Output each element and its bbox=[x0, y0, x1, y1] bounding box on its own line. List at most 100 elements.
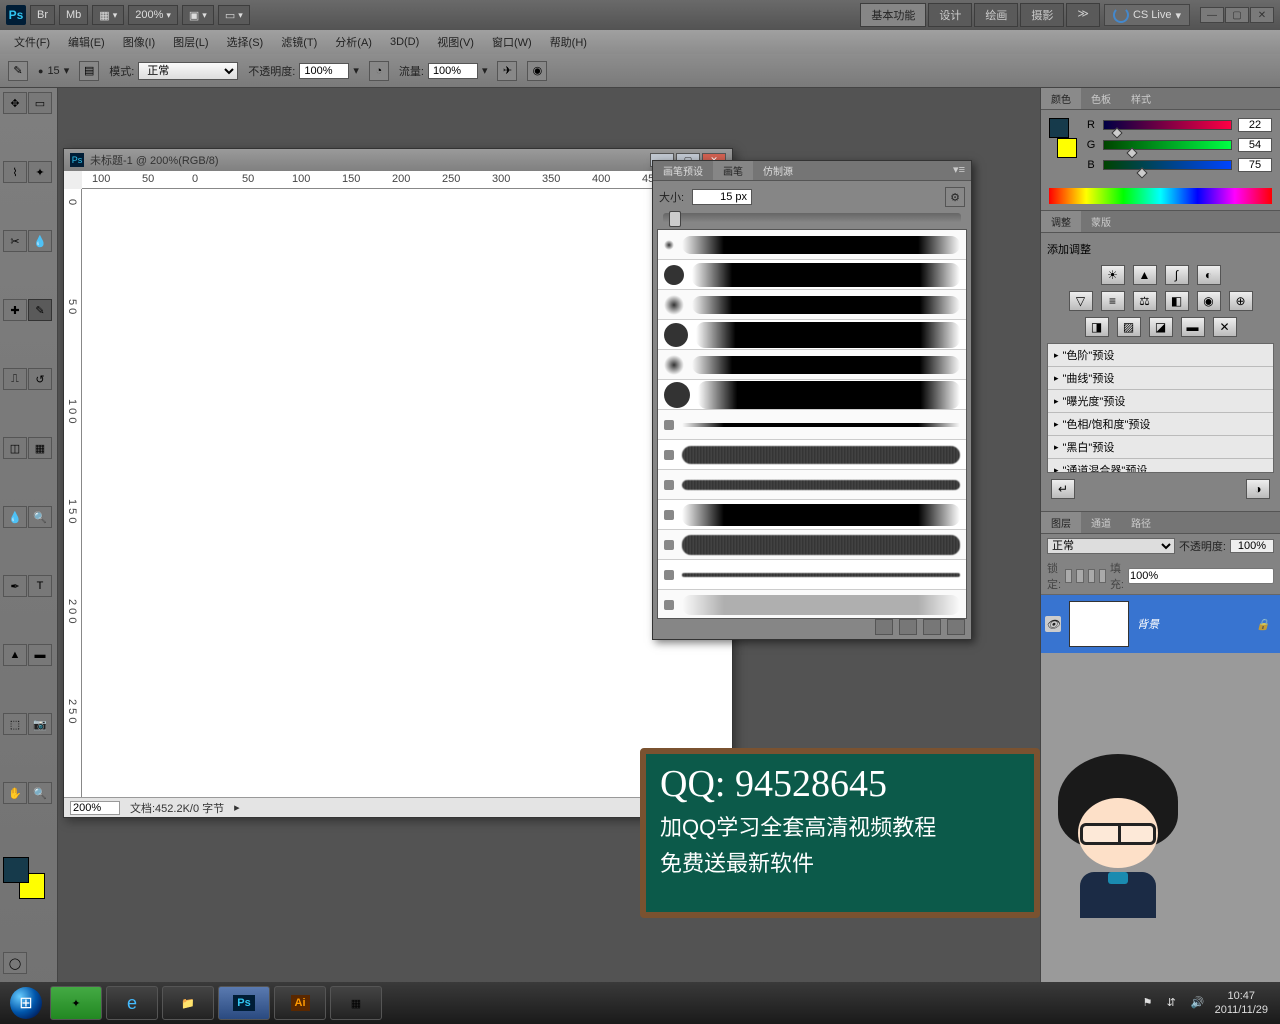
minimize-button[interactable]: — bbox=[1200, 7, 1224, 23]
horizontal-ruler[interactable]: 10050050100150200250300350400450 bbox=[82, 171, 732, 189]
adjustment-presets-list[interactable]: "色阶"预设 "曲线"预设 "曝光度"预设 "色相/饱和度"预设 "黑白"预设 … bbox=[1047, 343, 1274, 473]
swatches-tab[interactable]: 色板 bbox=[1081, 88, 1121, 109]
gradient-tool[interactable]: ▦ bbox=[28, 437, 52, 459]
document-title-bar[interactable]: Ps 未标题-1 @ 200%(RGB/8) — ▢ ✕ bbox=[64, 149, 732, 171]
background-layer-item[interactable]: 👁 背景 🔒 bbox=[1041, 595, 1280, 653]
workspace-more-button[interactable]: ≫ bbox=[1066, 3, 1100, 27]
paths-tab[interactable]: 路径 bbox=[1121, 512, 1161, 533]
brush-preset-item[interactable] bbox=[658, 290, 966, 320]
brush-presets-tab[interactable]: 画笔预设 bbox=[653, 161, 713, 180]
new-preset-icon[interactable] bbox=[923, 619, 941, 635]
brush-preset-item[interactable] bbox=[658, 440, 966, 470]
dodge-tool[interactable]: 🔍 bbox=[28, 506, 52, 528]
preset-item[interactable]: "通道混合器"预设 bbox=[1048, 459, 1273, 473]
color-wells[interactable] bbox=[3, 857, 45, 899]
eyedropper-tool[interactable]: 💧 bbox=[28, 230, 52, 252]
menu-select[interactable]: 选择(S) bbox=[219, 32, 272, 52]
panel-menu-icon[interactable]: ▾≡ bbox=[947, 161, 971, 180]
workspace-tab-essentials[interactable]: 基本功能 bbox=[860, 3, 926, 27]
opacity-input[interactable] bbox=[299, 63, 349, 79]
brush-preset-item[interactable] bbox=[658, 350, 966, 380]
brush-size-input[interactable] bbox=[692, 189, 752, 205]
vertical-ruler[interactable]: 05 01 0 01 5 02 0 02 5 0 bbox=[64, 189, 82, 817]
zoom-tool[interactable]: 🔍 bbox=[28, 782, 52, 804]
size-pressure-toggle[interactable]: ◉ bbox=[527, 61, 547, 81]
g-slider[interactable] bbox=[1103, 140, 1232, 150]
levels-icon[interactable]: ▲ bbox=[1133, 265, 1157, 285]
3d-camera-tool[interactable]: 📷 bbox=[28, 713, 52, 735]
view-extras-dropdown[interactable]: ▦ bbox=[92, 5, 124, 25]
menu-3d[interactable]: 3D(D) bbox=[382, 34, 427, 50]
brush-preset-item[interactable] bbox=[658, 380, 966, 410]
menu-image[interactable]: 图像(I) bbox=[115, 32, 163, 52]
clone-source-tab[interactable]: 仿制源 bbox=[753, 161, 803, 180]
invert-icon[interactable]: ◨ bbox=[1085, 317, 1109, 337]
brush-preset-item[interactable] bbox=[658, 500, 966, 530]
status-menu-arrow[interactable]: ▸ bbox=[234, 801, 240, 814]
lock-all-icon[interactable] bbox=[1099, 569, 1106, 583]
brush-list[interactable] bbox=[657, 229, 967, 619]
brush-preset-item[interactable] bbox=[658, 410, 966, 440]
layer-name[interactable]: 背景 bbox=[1137, 616, 1159, 632]
airbrush-toggle[interactable]: ✈ bbox=[497, 61, 517, 81]
tray-network-icon[interactable]: ⇵ bbox=[1167, 996, 1181, 1010]
quick-mask-toggle[interactable]: ◯ bbox=[3, 952, 27, 974]
mini-bridge-button[interactable]: Mb bbox=[59, 5, 88, 25]
lock-pixels-icon[interactable] bbox=[1076, 569, 1083, 583]
brush-tool[interactable]: ✎ bbox=[28, 299, 52, 321]
layer-visibility-icon[interactable]: 👁 bbox=[1045, 616, 1061, 632]
delete-brush-icon[interactable] bbox=[947, 619, 965, 635]
brightness-contrast-icon[interactable]: ☀ bbox=[1101, 265, 1125, 285]
brush-preset-item[interactable] bbox=[658, 560, 966, 590]
layer-blend-mode-select[interactable]: 正常 bbox=[1047, 538, 1175, 554]
fill-input[interactable] bbox=[1128, 568, 1274, 584]
menu-layer[interactable]: 图层(L) bbox=[165, 32, 216, 52]
brush-preset-item[interactable] bbox=[658, 260, 966, 290]
menu-window[interactable]: 窗口(W) bbox=[484, 32, 540, 52]
tray-volume-icon[interactable]: 🔊 bbox=[1191, 996, 1205, 1010]
close-button[interactable]: ✕ bbox=[1250, 7, 1274, 23]
taskbar-photoshop[interactable]: Ps bbox=[218, 986, 270, 1020]
layers-tab[interactable]: 图层 bbox=[1041, 512, 1081, 533]
eraser-tool[interactable]: ◫ bbox=[3, 437, 27, 459]
zoom-level-dropdown[interactable]: 200% bbox=[128, 5, 178, 25]
color-tab[interactable]: 颜色 bbox=[1041, 88, 1081, 109]
black-white-icon[interactable]: ◧ bbox=[1165, 291, 1189, 311]
workspace-tab-photography[interactable]: 摄影 bbox=[1020, 3, 1064, 27]
b-input[interactable] bbox=[1238, 158, 1272, 172]
bridge-button[interactable]: Br bbox=[30, 5, 55, 25]
workspace-tab-design[interactable]: 设计 bbox=[928, 3, 972, 27]
menu-edit[interactable]: 编辑(E) bbox=[60, 32, 113, 52]
panel-bg-color[interactable] bbox=[1057, 138, 1077, 158]
pen-tool[interactable]: ✒ bbox=[3, 575, 27, 597]
lasso-tool[interactable]: ⌇ bbox=[3, 161, 27, 183]
brush-toggle-icon[interactable] bbox=[875, 619, 893, 635]
taskbar-clock[interactable]: 10:47 2011/11/29 bbox=[1215, 989, 1268, 1018]
screen-mode-dropdown[interactable]: ▭ bbox=[218, 5, 250, 25]
move-tool[interactable]: ✥ bbox=[3, 92, 27, 114]
photo-filter-icon[interactable]: ◉ bbox=[1197, 291, 1221, 311]
r-input[interactable] bbox=[1238, 118, 1272, 132]
opacity-pressure-toggle[interactable]: ◔ bbox=[369, 61, 389, 81]
preset-item[interactable]: "曝光度"预设 bbox=[1048, 390, 1273, 413]
brush-tab[interactable]: 画笔 bbox=[713, 161, 753, 180]
foreground-color[interactable] bbox=[3, 857, 29, 883]
exposure-icon[interactable]: ◐ bbox=[1197, 265, 1221, 285]
taskbar-ie[interactable]: e bbox=[106, 986, 158, 1020]
curves-icon[interactable]: ∫ bbox=[1165, 265, 1189, 285]
styles-tab[interactable]: 样式 bbox=[1121, 88, 1161, 109]
r-slider[interactable] bbox=[1103, 120, 1232, 130]
brush-preset-item[interactable] bbox=[658, 320, 966, 350]
workspace-tab-painting[interactable]: 绘画 bbox=[974, 3, 1018, 27]
threshold-icon[interactable]: ◪ bbox=[1149, 317, 1173, 337]
brush-options-icon[interactable]: ⚙ bbox=[945, 187, 965, 207]
brush-preset-item[interactable] bbox=[658, 230, 966, 260]
crop-tool[interactable]: ✂ bbox=[3, 230, 27, 252]
adjustment-clip-icon[interactable]: ◑ bbox=[1246, 479, 1270, 499]
preset-item[interactable]: "色相/饱和度"预设 bbox=[1048, 413, 1273, 436]
preset-item[interactable]: "曲线"预设 bbox=[1048, 367, 1273, 390]
hand-tool[interactable]: ✋ bbox=[3, 782, 27, 804]
menu-view[interactable]: 视图(V) bbox=[429, 32, 482, 52]
channels-tab[interactable]: 通道 bbox=[1081, 512, 1121, 533]
marquee-tool[interactable]: ▭ bbox=[28, 92, 52, 114]
